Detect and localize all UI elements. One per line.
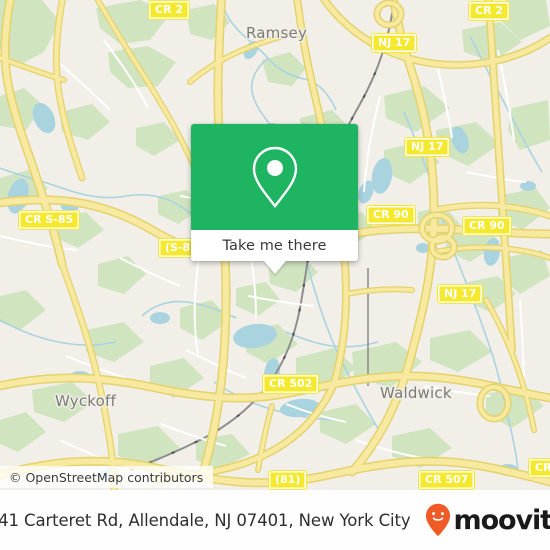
moovit-brand[interactable]: moovit [425,503,550,537]
popup-card-pointer [263,261,286,274]
destination-popup-card[interactable]: Take me there [191,124,358,274]
popup-card-action[interactable]: Take me there [191,230,358,261]
map-pin-icon [252,146,297,208]
address-label: 41 Carteret Rd, Allendale, NJ 07401, New… [0,510,411,530]
route-shield-nj-17-top[interactable]: NJ 17 [371,33,418,53]
moovit-smiley-pin-icon [425,503,450,537]
route-shield-nj-17-lower[interactable]: NJ 17 [437,284,484,304]
popup-card-header [191,124,358,230]
moovit-wordmark: moovit [453,504,550,536]
route-shield-cr-s-85[interactable]: CR S-85 [18,210,81,230]
route-shield-nj-17-mid[interactable]: NJ 17 [404,137,451,157]
route-shield-cr-edge[interactable]: CR [528,458,550,478]
osm-attribution[interactable]: © OpenStreetMap contributors [0,466,214,488]
route-shield-cr-507[interactable]: CR 507 [418,470,476,490]
route-shield-cr-90-east[interactable]: CR 90 [462,216,512,236]
route-shield-cr-2-north[interactable]: CR 2 [148,0,191,20]
take-me-there-label: Take me there [222,237,327,254]
route-shield-cr-502[interactable]: CR 502 [262,374,320,394]
route-shield-cr-90-west[interactable]: CR 90 [366,205,416,225]
footer-bar: 41 Carteret Rd, Allendale, NJ 07401, New… [0,490,550,550]
moovit-map-screen: Ramsey Wyckoff Waldwick CR 2 CR 2 NJ 17 … [0,0,550,550]
route-shield-81[interactable]: (81) [268,470,308,490]
route-shield-cr-2-northeast[interactable]: CR 2 [468,1,511,21]
